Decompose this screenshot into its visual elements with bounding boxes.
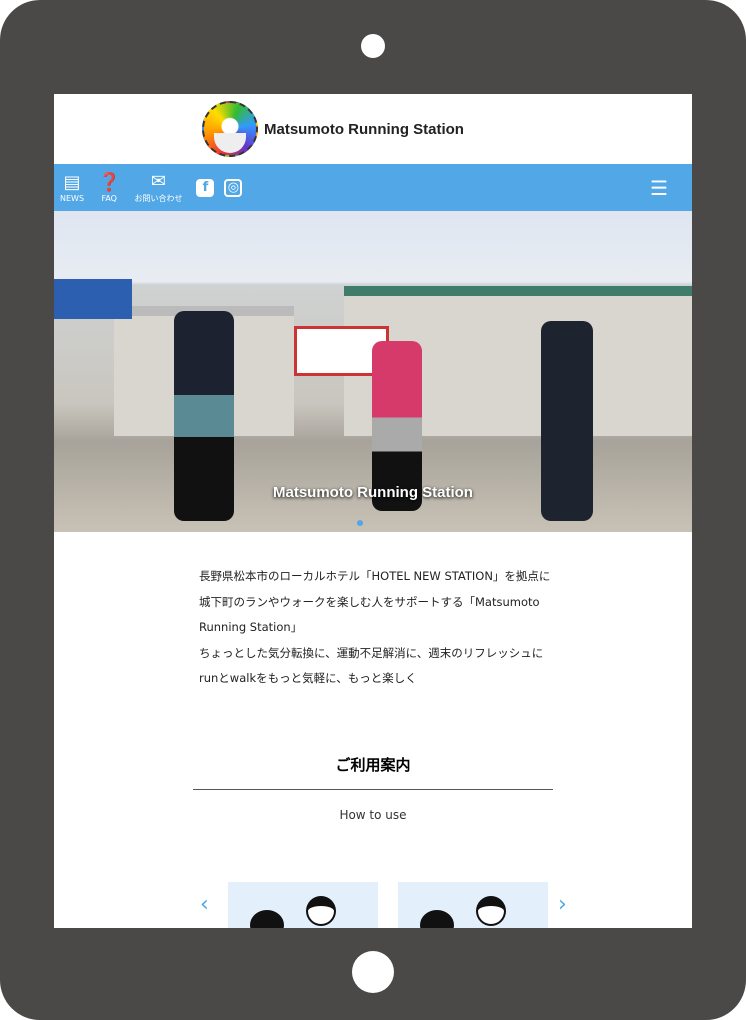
- hero-caption: Matsumoto Running Station: [273, 484, 473, 501]
- intro-line: Running Station」: [199, 620, 303, 634]
- how-to-use-section: ご利用案内 How to use: [193, 754, 553, 822]
- mail-icon: ✉: [150, 171, 166, 192]
- nav-faq[interactable]: ❓ FAQ: [98, 172, 120, 203]
- facebook-icon[interactable]: f: [196, 178, 215, 197]
- hero-slider[interactable]: Matsumoto Running Station: [54, 211, 692, 532]
- illustration: [476, 896, 506, 926]
- site-header: Matsumoto Running Station: [54, 94, 692, 164]
- how-to-carousel: ‹ ›: [200, 882, 576, 928]
- hamburger-icon[interactable]: ☰: [650, 176, 668, 200]
- intro-line: ちょっとした気分転換に、運動不足解消に、週末のリフレッシュに: [199, 645, 544, 660]
- brand-name[interactable]: Matsumoto Running Station: [264, 121, 464, 138]
- nav-bar: ▤ NEWS ❓ FAQ ✉ お問い合わせ f ◎ ☰: [54, 164, 692, 211]
- intro-line: 長野県松本市のローカルホテル「HOTEL NEW STATION」を拠点に: [199, 569, 551, 583]
- intro-line: runとwalkをもっと気軽に、もっと楽しく: [199, 671, 417, 685]
- home-button[interactable]: [352, 951, 394, 993]
- slider-dot[interactable]: [357, 520, 363, 526]
- nav-label: NEWS: [60, 194, 85, 203]
- tablet-frame: Matsumoto Running Station ▤ NEWS ❓ FAQ ✉ お問…: [0, 0, 746, 1020]
- illustration: [250, 910, 284, 928]
- nav-contact[interactable]: ✉ お問い合わせ: [134, 171, 182, 204]
- carousel-card[interactable]: [228, 882, 378, 928]
- intro-text: 長野県松本市のローカルホテル「HOTEL NEW STATION」を拠点に 城下…: [54, 532, 692, 692]
- nav-label: お問い合わせ: [134, 194, 183, 203]
- illustration: [420, 910, 454, 928]
- logo[interactable]: [202, 101, 258, 157]
- instagram-icon[interactable]: ◎: [224, 178, 243, 197]
- nav-label: FAQ: [101, 194, 117, 203]
- section-title: ご利用案内: [193, 754, 553, 790]
- question-icon: ❓: [98, 172, 121, 193]
- newspaper-icon: ▤: [63, 172, 81, 193]
- intro-line: 城下町のランやウォークを楽しむ人をサポートする「Matsumoto: [199, 594, 540, 609]
- camera: [361, 34, 385, 58]
- chevron-right-icon[interactable]: ›: [558, 892, 576, 917]
- illustration: [306, 896, 336, 926]
- chevron-left-icon[interactable]: ‹: [200, 892, 218, 917]
- section-subtitle: How to use: [339, 807, 407, 822]
- screen: Matsumoto Running Station ▤ NEWS ❓ FAQ ✉ お問…: [54, 94, 692, 928]
- carousel-card[interactable]: [398, 882, 548, 928]
- nav-news[interactable]: ▤ NEWS: [60, 172, 84, 203]
- sign: [54, 279, 132, 319]
